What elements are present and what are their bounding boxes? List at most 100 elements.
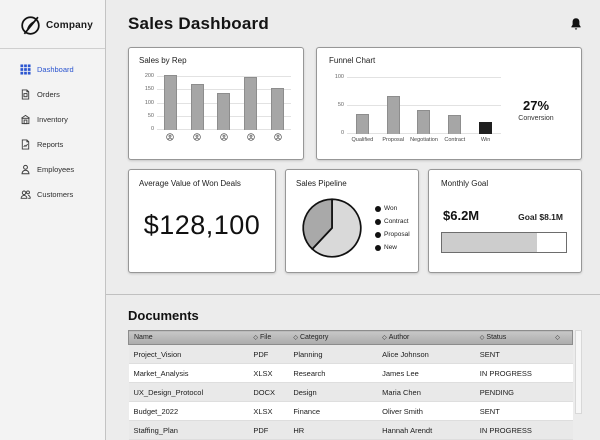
table-cell: Project_Vision bbox=[129, 345, 249, 364]
x-tick-label: Contract bbox=[444, 137, 465, 143]
documents-table-wrap: Name◇File◇Category◇Author◇Status◇ Projec… bbox=[128, 330, 582, 440]
table-cell: Hannah Arendt bbox=[377, 421, 475, 440]
documents-table-body: Project_VisionPDFPlanningAlice JohnsonSE… bbox=[129, 345, 573, 440]
pipeline-legend: WonContractProposalNew bbox=[375, 205, 410, 251]
bar bbox=[244, 77, 257, 130]
sales-by-rep-title: Sales by Rep bbox=[139, 56, 293, 65]
table-cell: Alice Johnson bbox=[377, 345, 475, 364]
table-row[interactable]: Market_AnalysisXLSXResearchJames LeeIN P… bbox=[129, 364, 573, 383]
document-icon bbox=[20, 89, 31, 100]
table-row[interactable]: Project_VisionPDFPlanningAlice JohnsonSE… bbox=[129, 345, 573, 364]
page-header: Sales Dashboard bbox=[128, 14, 582, 34]
column-header-file[interactable]: ◇File bbox=[248, 331, 288, 345]
table-cell-spacer bbox=[550, 421, 572, 440]
monthly-goal-title: Monthly Goal bbox=[441, 179, 569, 188]
table-cell: XLSX bbox=[248, 364, 288, 383]
sort-diamond-icon: ◇ bbox=[555, 335, 560, 341]
bar bbox=[356, 114, 369, 134]
table-cell: Maria Chen bbox=[377, 383, 475, 402]
legend-item-new: New bbox=[375, 244, 410, 251]
sort-diamond-icon: ◇ bbox=[480, 335, 485, 341]
y-tick-label: 200 bbox=[140, 73, 154, 79]
table-row[interactable]: Budget_2022XLSXFinanceOliver SmithSENT bbox=[129, 402, 573, 421]
table-cell: Design bbox=[288, 383, 377, 402]
table-scrollbar[interactable] bbox=[575, 330, 582, 414]
pipeline-pie-chart bbox=[296, 192, 368, 264]
table-row[interactable]: Staffing_PlanPDFHRHannah ArendtIN PROGRE… bbox=[129, 421, 573, 440]
main-content: Sales Dashboard Sales by Rep 05010015020… bbox=[106, 0, 600, 440]
x-tick-label: Win bbox=[481, 137, 490, 143]
table-cell: Market_Analysis bbox=[129, 364, 249, 383]
column-header-author[interactable]: ◇Author bbox=[377, 331, 475, 345]
legend-dot-icon bbox=[375, 245, 381, 251]
table-cell: Research bbox=[288, 364, 377, 383]
table-cell-spacer bbox=[550, 402, 572, 421]
x-tick-label: Proposal bbox=[382, 137, 404, 143]
sidebar-item-customers[interactable]: Customers bbox=[0, 182, 105, 207]
documents-table: Name◇File◇Category◇Author◇Status◇ Projec… bbox=[128, 330, 573, 440]
table-cell: XLSX bbox=[248, 402, 288, 421]
table-cell: SENT bbox=[475, 402, 550, 421]
column-header-status[interactable]: ◇Status bbox=[475, 331, 550, 345]
funnel-chart-card: Funnel Chart 050100 QualifiedProposalNeg… bbox=[316, 47, 582, 160]
x-tick-label: Negotiation bbox=[410, 137, 438, 143]
avg-won-deals-card: Average Value of Won Deals $128,100 bbox=[128, 169, 276, 273]
y-tick-label: 50 bbox=[140, 113, 154, 119]
column-header-category[interactable]: ◇Category bbox=[288, 331, 377, 345]
sidebar: Company DashboardOrdersInventoryReportsE… bbox=[0, 0, 106, 440]
bar bbox=[164, 75, 177, 130]
sidebar-item-employees[interactable]: Employees bbox=[0, 157, 105, 182]
goal-progress-bar bbox=[441, 232, 567, 253]
sort-diamond-icon: ◇ bbox=[293, 335, 298, 341]
goal-progress-fill bbox=[442, 233, 537, 252]
company-name: Company bbox=[46, 20, 93, 31]
table-row[interactable]: UX_Design_ProtocolDOCXDesignMaria ChenPE… bbox=[129, 383, 573, 402]
conversion-value: 27% bbox=[523, 98, 549, 113]
legend-item-won: Won bbox=[375, 205, 410, 212]
sidebar-divider bbox=[0, 48, 105, 49]
sidebar-nav: DashboardOrdersInventoryReportsEmployees… bbox=[0, 57, 105, 207]
column-header-name[interactable]: Name bbox=[129, 331, 249, 345]
monthly-goal-card: Monthly Goal $6.2M Goal $8.1M bbox=[428, 169, 582, 273]
table-cell: IN PROGRESS bbox=[475, 364, 550, 383]
y-tick-label: 0 bbox=[140, 126, 154, 132]
table-cell: HR bbox=[288, 421, 377, 440]
rep-avatar-icon bbox=[274, 133, 282, 141]
table-cell: Staffing_Plan bbox=[129, 421, 249, 440]
table-cell-spacer bbox=[550, 364, 572, 383]
sales-by-rep-chart: 050100150200 bbox=[139, 72, 293, 141]
sales-by-rep-card: Sales by Rep 050100150200 bbox=[128, 47, 304, 160]
bar bbox=[448, 115, 461, 134]
column-header-sort-end[interactable]: ◇ bbox=[550, 331, 572, 345]
sales-pipeline-title: Sales Pipeline bbox=[296, 179, 408, 188]
table-cell: James Lee bbox=[377, 364, 475, 383]
table-cell-spacer bbox=[550, 383, 572, 402]
legend-dot-icon bbox=[375, 206, 381, 212]
avg-won-deals-title: Average Value of Won Deals bbox=[139, 179, 265, 188]
notification-bell-icon[interactable] bbox=[570, 17, 582, 31]
table-cell: UX_Design_Protocol bbox=[129, 383, 249, 402]
sidebar-item-orders[interactable]: Orders bbox=[0, 82, 105, 107]
avg-won-deals-value: $128,100 bbox=[139, 210, 265, 241]
conversion-note: 27% Conversion bbox=[503, 65, 569, 155]
goal-target-label: Goal $8.1M bbox=[518, 212, 563, 222]
sidebar-item-reports[interactable]: Reports bbox=[0, 132, 105, 157]
sort-diamond-icon: ◇ bbox=[382, 335, 387, 341]
funnel-chart-title: Funnel Chart bbox=[329, 56, 569, 65]
legend-item-contract: Contract bbox=[375, 218, 410, 225]
bar bbox=[217, 93, 230, 130]
table-cell: PDF bbox=[248, 421, 288, 440]
bar bbox=[191, 84, 204, 130]
sidebar-item-dashboard[interactable]: Dashboard bbox=[0, 57, 105, 82]
funnel-chart: 050100 QualifiedProposalNegotiationContr… bbox=[329, 72, 503, 155]
documents-heading: Documents bbox=[128, 308, 582, 323]
table-cell: Oliver Smith bbox=[377, 402, 475, 421]
table-cell: SENT bbox=[475, 345, 550, 364]
sort-diamond-icon: ◇ bbox=[253, 335, 258, 341]
people-icon bbox=[20, 189, 31, 200]
y-tick-label: 50 bbox=[330, 102, 344, 108]
sidebar-item-inventory[interactable]: Inventory bbox=[0, 107, 105, 132]
legend-dot-icon bbox=[375, 232, 381, 238]
company-logo-row[interactable]: Company bbox=[0, 0, 105, 48]
person-icon bbox=[20, 164, 31, 175]
